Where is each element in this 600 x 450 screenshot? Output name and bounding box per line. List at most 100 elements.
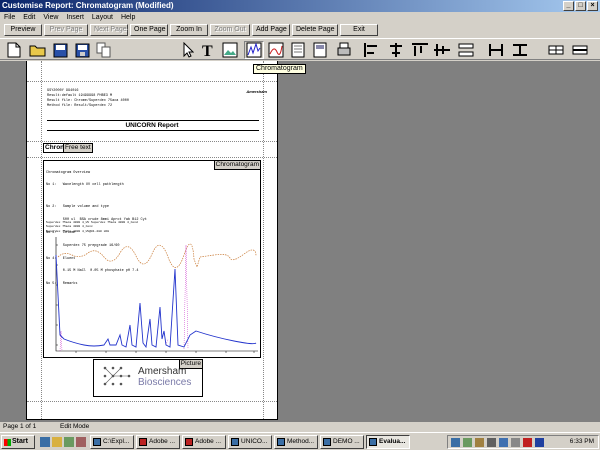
open-folder-icon[interactable] (28, 41, 48, 59)
network-icon[interactable] (451, 438, 460, 447)
align-left-icon[interactable] (362, 41, 382, 59)
pointer-icon[interactable] (178, 41, 198, 59)
clock[interactable]: 6:33 PM (570, 436, 594, 448)
header-info[interactable]: GSY2000Y 994016 Result:default 19499998 … (47, 89, 129, 109)
exit-button[interactable]: Exit (340, 24, 378, 36)
start-button[interactable]: Start (1, 435, 35, 449)
menu-edit[interactable]: Edit (23, 12, 35, 23)
align-middle-icon[interactable] (432, 41, 452, 59)
maximize-button[interactable]: □ (575, 1, 586, 11)
chrom-text-line: Chromatogram Overview (46, 170, 91, 175)
margin-guide (27, 157, 277, 158)
same-height-icon[interactable] (510, 41, 530, 59)
command-row: Preview Prev Page Next Page One Page Zoo… (0, 23, 600, 37)
legend-line: Superdex 75aca 4000 4_UV@01.280 LDH (46, 229, 110, 233)
chromatogram-object[interactable]: Chromatogram Chromatogram Overview No 1:… (43, 160, 261, 358)
curve-tool-icon[interactable] (266, 41, 286, 59)
start-label: Start (12, 438, 28, 445)
copy-icon[interactable] (94, 41, 114, 59)
same-width-icon[interactable] (486, 41, 506, 59)
quick-launch-desktop-icon[interactable] (64, 437, 74, 447)
margin-guide (27, 141, 277, 142)
zoom-in-button[interactable]: Zoom In (170, 24, 208, 36)
task-label: C:\Expl... (103, 438, 130, 445)
system-tray: 6:33 PM (447, 435, 599, 449)
status-page: Page 1 of 1 (3, 423, 37, 430)
distribute-icon[interactable] (456, 41, 476, 59)
tooltip: Chromatogram (253, 64, 306, 74)
evaluation-icon (369, 438, 377, 446)
one-page-button[interactable]: One Page (130, 24, 168, 36)
antivirus-icon[interactable] (523, 438, 532, 447)
menu-file[interactable]: File (4, 12, 15, 23)
task-adobe-2[interactable]: Adobe ... (182, 435, 226, 449)
divider (47, 130, 259, 131)
task-explorer[interactable]: C:\Expl... (90, 435, 134, 449)
menu-help[interactable]: Help (121, 12, 135, 23)
new-icon[interactable] (4, 41, 24, 59)
title-bar: Customise Report: Chromatogram (Modified… (0, 0, 600, 12)
menu-layout[interactable]: Layout (92, 12, 113, 23)
status-mode: Edit Mode (60, 423, 90, 430)
chrom-text-line: No 1: Wavelength UV cell pathlength (46, 183, 124, 188)
text-tool-icon[interactable]: T (198, 41, 218, 59)
grid-icon[interactable] (546, 41, 566, 59)
task-unicorn[interactable]: UNICO... (228, 435, 272, 449)
margin-guide (41, 61, 42, 419)
language-icon[interactable] (535, 438, 544, 447)
quick-launch-explorer-icon[interactable] (52, 437, 62, 447)
task-evaluation[interactable]: Evalua... (366, 435, 410, 449)
amersham-logo-icon (103, 366, 131, 386)
task-label: Adobe ... (149, 438, 176, 445)
margin-guide (263, 61, 264, 419)
minimize-button[interactable]: _ (563, 1, 574, 11)
free-text-object[interactable]: Free text (63, 143, 93, 153)
align-top-icon[interactable] (410, 41, 430, 59)
tray-app-icon[interactable] (475, 438, 484, 447)
adobe-icon (139, 438, 147, 446)
divider (47, 120, 259, 121)
delete-page-button[interactable]: Delete Page (292, 24, 338, 36)
quick-launch-ie-icon[interactable] (40, 437, 50, 447)
add-page-button[interactable]: Add Page (252, 24, 290, 36)
task-label: Method... (287, 438, 315, 445)
menu-bar: File Edit View Insert Layout Help (0, 12, 600, 23)
report-workspace: Amersham GSY2000Y 994016 Result:default … (0, 61, 600, 422)
align-center-icon[interactable] (386, 41, 406, 59)
header-logo: Amersham (246, 89, 267, 94)
unicorn-icon (231, 438, 239, 446)
tray-app-icon[interactable] (487, 438, 496, 447)
report-page[interactable]: Amersham GSY2000Y 994016 Result:default … (26, 61, 278, 420)
table-tool-icon[interactable] (288, 41, 308, 59)
toolbar: T (0, 38, 600, 60)
report-tool-icon[interactable] (310, 41, 330, 59)
task-demo[interactable]: DEMO ... (320, 435, 364, 449)
task-adobe-1[interactable]: Adobe ... (136, 435, 180, 449)
task-method[interactable]: Method... (274, 435, 318, 449)
next-page-button[interactable]: Next Page (90, 24, 128, 36)
save-icon[interactable] (50, 41, 70, 59)
fit-icon[interactable] (570, 41, 590, 59)
conc-trace (59, 244, 189, 352)
picture-object[interactable]: Picture Amersham Biosciences (93, 359, 203, 397)
chromatogram-tool-icon[interactable] (244, 41, 264, 59)
taskbar: Start C:\Expl... Adobe ... Adobe ... UNI… (0, 432, 600, 450)
menu-insert[interactable]: Insert (66, 12, 84, 23)
window-title: Customise Report: Chromatogram (Modified… (2, 1, 174, 10)
volume-icon[interactable] (511, 438, 520, 447)
menu-view[interactable]: View (43, 12, 58, 23)
quick-launch-app-icon[interactable] (76, 437, 86, 447)
zoom-out-button[interactable]: Zoom Out (210, 24, 250, 36)
save-as-icon[interactable] (72, 41, 92, 59)
task-label: DEMO ... (333, 438, 360, 445)
picture-tool-icon[interactable] (220, 41, 240, 59)
prev-page-button[interactable]: Prev Page (44, 24, 88, 36)
tray-app-icon[interactable] (499, 438, 508, 447)
tray-app-icon[interactable] (463, 438, 472, 447)
picture-brand-name: Amersham (138, 366, 187, 377)
close-button[interactable]: × (587, 1, 598, 11)
printer-icon[interactable] (334, 41, 354, 59)
picture-brand-subtitle: Biosciences (138, 377, 192, 388)
margin-guide (27, 81, 277, 82)
preview-button[interactable]: Preview (4, 24, 42, 36)
